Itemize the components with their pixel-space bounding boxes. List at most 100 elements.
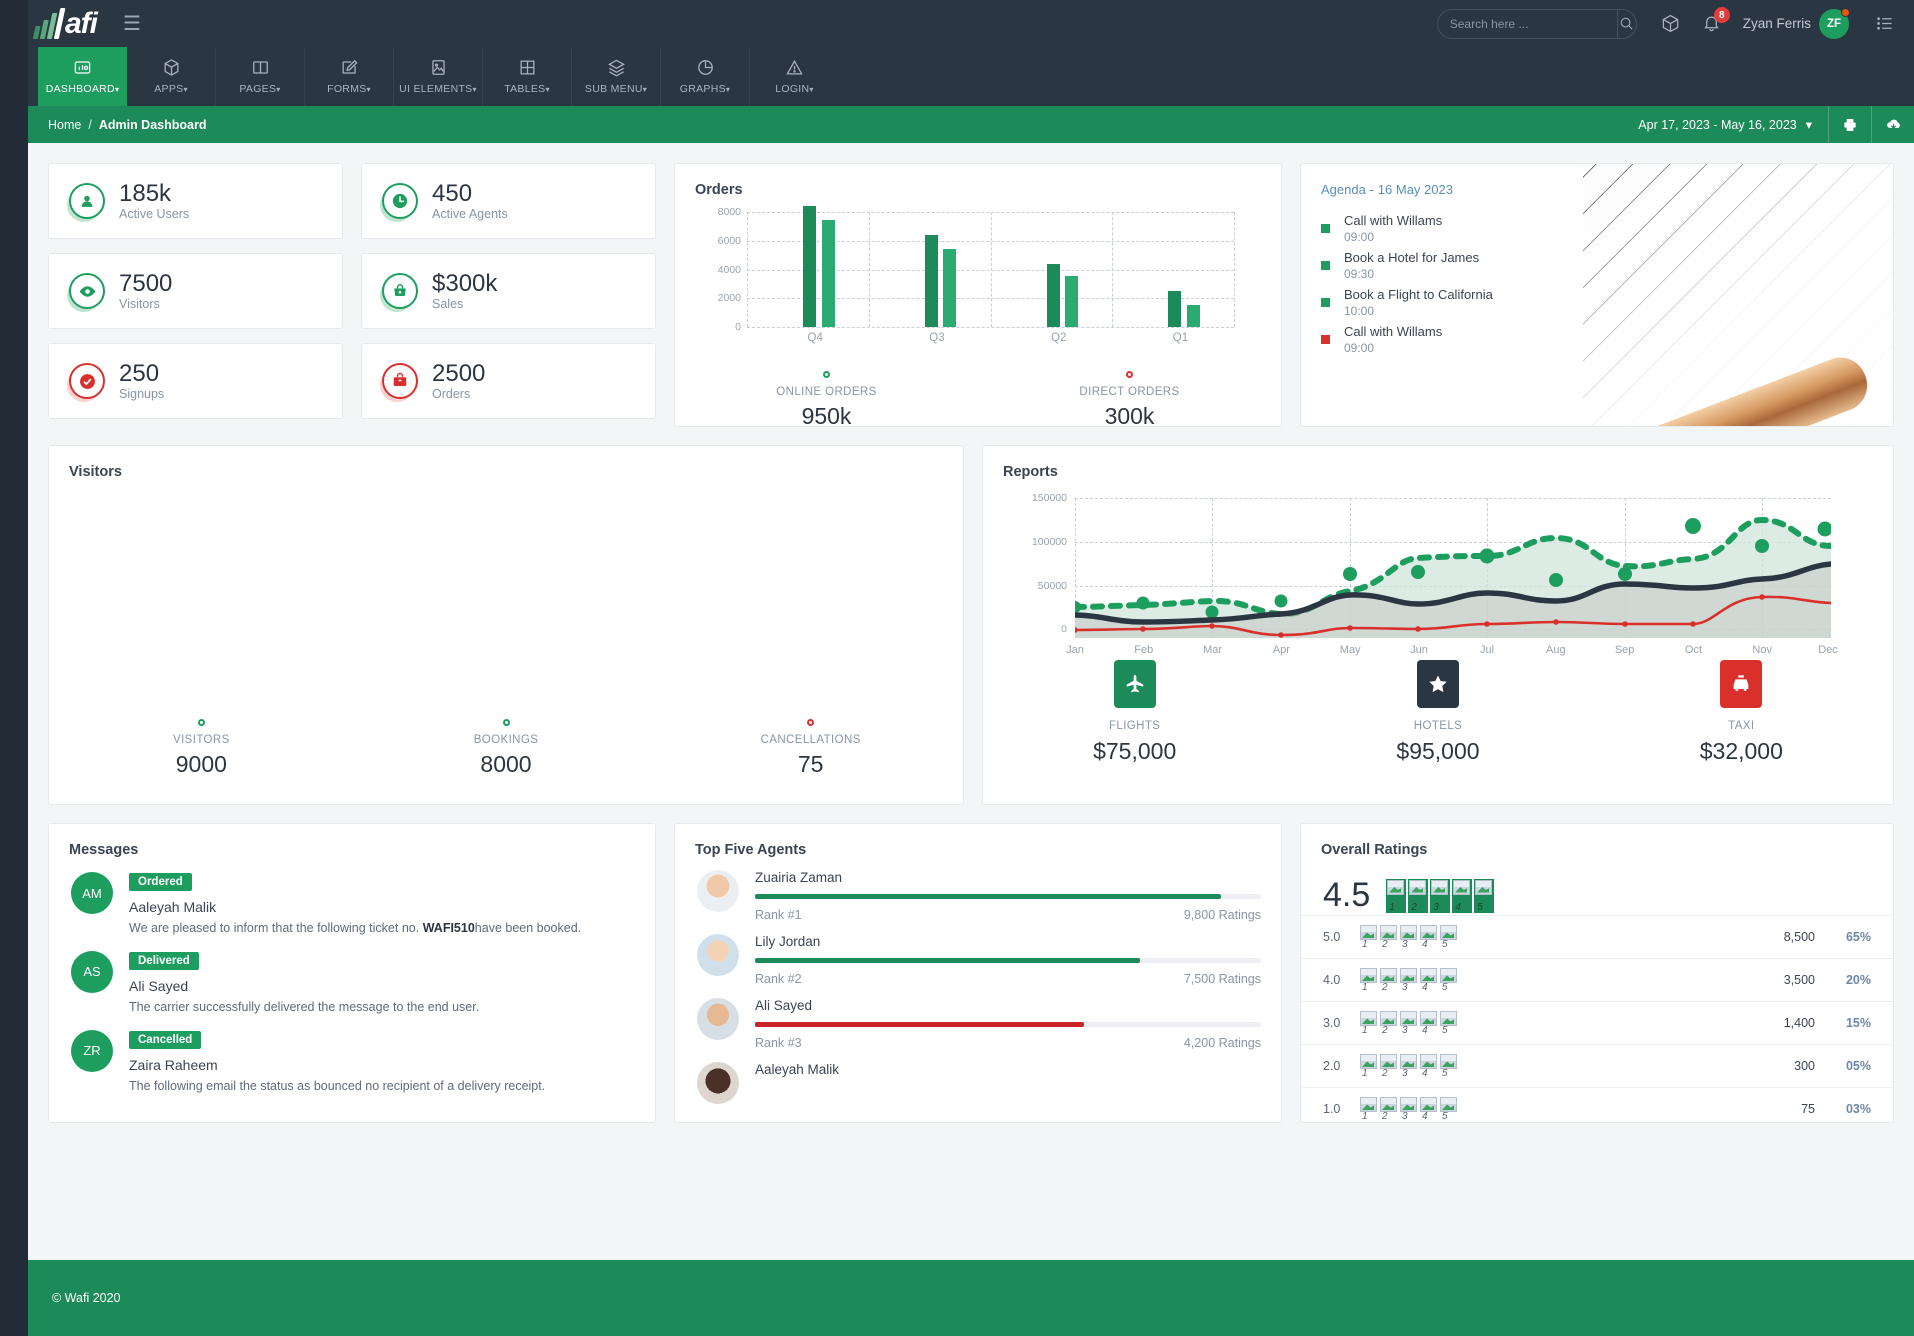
- message-item[interactable]: AM Ordered Aaleyah Malik We are pleased …: [49, 858, 655, 937]
- visitors-chart-area: [49, 480, 963, 719]
- rating-score: 4.0: [1323, 973, 1341, 987]
- rating-count: 300: [1794, 1059, 1815, 1073]
- agenda-item[interactable]: Call with Willams 09:00: [1301, 210, 1893, 247]
- top-header: afi ☰ Search here ... 8 Zyan Ferris ZF: [28, 0, 1914, 47]
- stat-label: Signups: [119, 387, 165, 402]
- hamburger-menu-icon[interactable]: ☰: [123, 14, 141, 34]
- agenda-item-title: Book a Flight to California: [1344, 287, 1493, 302]
- message-item[interactable]: AS Delivered Ali Sayed The carrier succe…: [49, 937, 655, 1016]
- edit-icon: [342, 59, 358, 74]
- stat-card-active-agents[interactable]: 450 Active Agents: [361, 163, 656, 239]
- star-icon: 2: [1379, 924, 1398, 950]
- reports-value: $75,000: [1093, 738, 1177, 764]
- clock-icon: [382, 183, 418, 219]
- nav-item-graphs[interactable]: GRAPHS▾: [661, 47, 750, 106]
- reports-series-svg: [1075, 516, 1831, 638]
- stat-card-signups[interactable]: 250 Signups: [48, 343, 343, 419]
- visitors-value: 75: [797, 751, 824, 777]
- basket-icon: [382, 273, 418, 309]
- visitors-label: CANCELLATIONS: [760, 734, 861, 746]
- visitors-value: 8000: [480, 751, 532, 777]
- grid-icon: [520, 60, 534, 75]
- orders-card: Orders 8000 6000 4000 2000 0 Q4 Q3 Q2 Q1…: [674, 163, 1282, 429]
- dashboard-icon: [74, 61, 91, 74]
- reports-card: Reports 150000 100000 50000 0 Jan Feb Ma…: [982, 445, 1894, 805]
- message-item[interactable]: ZR Cancelled Zaira Raheem The following …: [49, 1016, 655, 1095]
- agent-progress-fill: [755, 958, 1140, 963]
- nav-item-sub-menu[interactable]: SUB MENU▾: [572, 47, 661, 106]
- download-button[interactable]: [1871, 106, 1914, 143]
- agenda-item[interactable]: Book a Flight to California 10:00: [1301, 284, 1893, 321]
- visitors-title: Visitors: [69, 464, 122, 480]
- ratings-title: Overall Ratings: [1321, 842, 1428, 858]
- status-badge: Delivered: [129, 951, 199, 970]
- agent-row[interactable]: Ali Sayed Rank #3 4,200 Ratings: [675, 986, 1281, 1050]
- brand-logo[interactable]: afi: [32, 6, 98, 40]
- nav-item-tables[interactable]: TABLES▾: [483, 47, 572, 106]
- stat-value: 450: [432, 179, 473, 207]
- stat-label: Active Agents: [432, 207, 508, 222]
- nav-item-login[interactable]: LOGIN▾: [750, 47, 839, 106]
- rating-stars: 1 2 3 4 5: [1359, 1053, 1458, 1079]
- star-icon: [1416, 660, 1459, 708]
- star-icon: 2: [1379, 967, 1398, 993]
- search-input[interactable]: [1437, 16, 1617, 31]
- nav-item-forms[interactable]: FORMS▾: [305, 47, 394, 106]
- agenda-marker: [1321, 335, 1330, 344]
- rating-row: 4.0 1 2 3 4 5 3,500 20%: [1301, 958, 1893, 1001]
- agenda-item[interactable]: Call with Willams 09:00: [1301, 321, 1893, 358]
- orders-label: DIRECT ORDERS: [1079, 386, 1180, 398]
- message-body: We are pleased to inform that the follow…: [129, 921, 582, 935]
- agents-card: Top Five Agents Zuairia Zaman Rank #1 9,…: [674, 823, 1282, 1123]
- options-list-icon[interactable]: [1875, 14, 1894, 33]
- visitors-summary: VISITORS 9000 BOOKINGS 8000 CANCELLATION…: [49, 719, 963, 804]
- brand-name: afi: [65, 6, 98, 40]
- stat-value: 250: [119, 359, 160, 387]
- agent-row[interactable]: Lily Jordan Rank #2 7,500 Ratings: [675, 922, 1281, 986]
- agenda-item-time: 09:00: [1344, 230, 1375, 244]
- visitors-card: Visitors VISITORS 9000 BOOKINGS 8000 CAN…: [48, 445, 964, 805]
- avatar[interactable]: ZF: [1819, 7, 1850, 39]
- star-icon: 5: [1439, 924, 1458, 950]
- reports-label: HOTELS: [1413, 720, 1463, 732]
- nav-item-ui-elements[interactable]: UI ELEMENTS▾: [394, 47, 483, 106]
- stat-card-visitors[interactable]: 7500 Visitors: [48, 253, 343, 329]
- package-icon[interactable]: [1661, 14, 1680, 33]
- box-icon: [164, 59, 178, 76]
- star-icon: 2: [1379, 1053, 1398, 1079]
- notifications-icon[interactable]: 8: [1702, 7, 1730, 33]
- row-top: 185k Active Users 450 Active Agents 7500…: [48, 163, 1894, 429]
- agenda-item-title: Book a Hotel for James: [1344, 250, 1480, 265]
- agent-progress-track: [755, 958, 1261, 963]
- star-icon: 1: [1359, 1053, 1378, 1079]
- date-range-picker[interactable]: Apr 17, 2023 - May 16, 2023 ▾: [1622, 106, 1828, 143]
- star-icon: 5: [1439, 1096, 1458, 1122]
- nav-label: SUB MENU▾: [584, 83, 648, 95]
- status-badge: Cancelled: [129, 1030, 202, 1049]
- avatar: [697, 1062, 739, 1104]
- nav-item-pages[interactable]: PAGES▾: [216, 47, 305, 106]
- agent-row[interactable]: Aaleyah Malik: [675, 1050, 1281, 1104]
- stat-label: Visitors: [119, 297, 160, 312]
- print-button[interactable]: [1828, 106, 1871, 143]
- rating-percent: 05%: [1845, 1059, 1871, 1073]
- logo-bars-icon: [32, 7, 66, 39]
- nav-label: TABLES▾: [504, 83, 550, 95]
- nav-item-dashboard[interactable]: DASHBOARD▾: [38, 47, 127, 106]
- rating-row: 5.0 1 2 3 4 5 8,500 65%: [1301, 915, 1893, 958]
- agenda-item[interactable]: Book a Hotel for James 09:30: [1301, 247, 1893, 284]
- star-icon: 1: [1359, 1096, 1378, 1122]
- agent-row[interactable]: Zuairia Zaman Rank #1 9,800 Ratings: [675, 858, 1281, 922]
- nav-item-apps[interactable]: APPS▾: [127, 47, 216, 106]
- stat-card-orders[interactable]: 2500 Orders: [361, 343, 656, 419]
- stat-card-sales[interactable]: $300k Sales: [361, 253, 656, 329]
- search-icon[interactable]: [1616, 9, 1636, 38]
- search-box[interactable]: [1436, 8, 1637, 39]
- agenda-marker: [1321, 224, 1330, 233]
- rating-score: 2.0: [1323, 1059, 1341, 1073]
- agent-rank: Rank #2: [755, 972, 802, 986]
- stat-card-active-users[interactable]: 185k Active Users: [48, 163, 343, 239]
- breadcrumb-home[interactable]: Home: [48, 118, 81, 132]
- orders-label: ONLINE ORDERS: [776, 386, 877, 398]
- agent-progress-fill: [755, 1022, 1084, 1027]
